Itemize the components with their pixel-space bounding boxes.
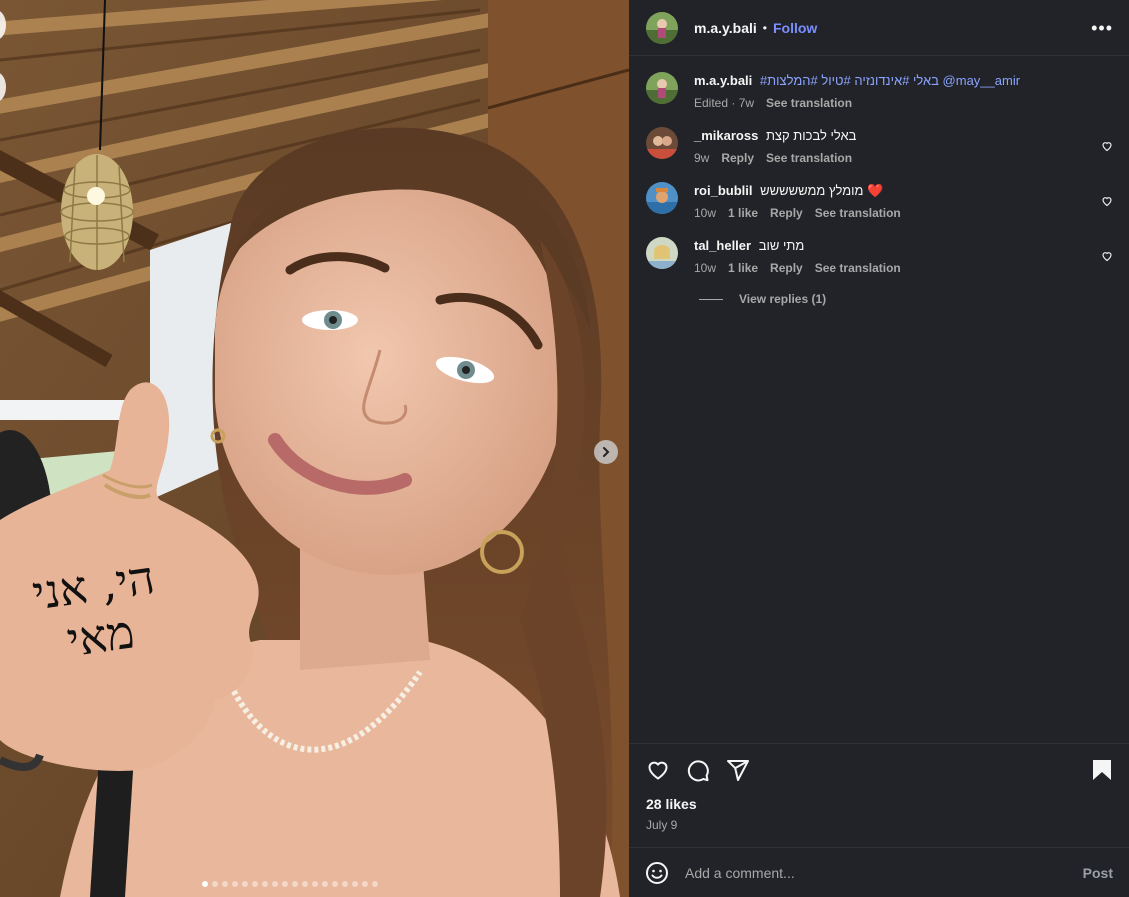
avatar[interactable]: [646, 72, 678, 104]
heart-icon[interactable]: [646, 758, 670, 782]
add-comment-input[interactable]: [683, 863, 1083, 882]
carousel-dot: [252, 881, 258, 887]
avatar-image: [646, 127, 678, 159]
next-slide-button[interactable]: [594, 440, 618, 464]
comment-time: 10w: [694, 261, 717, 275]
carousel-dot: [292, 881, 298, 887]
see-translation-button[interactable]: See translation: [815, 261, 901, 275]
carousel-dot: [282, 881, 288, 887]
instagram-post: הי, אני מאי m.a.y.bali • Follow ••• m.a.…: [0, 0, 1129, 897]
reply-button[interactable]: Reply: [770, 261, 803, 275]
separator-dot: •: [762, 20, 767, 35]
likes-count[interactable]: 28 likes: [646, 796, 1113, 812]
carousel-dot: [272, 881, 278, 887]
reply-button[interactable]: Reply: [770, 206, 803, 220]
avatar[interactable]: [646, 237, 678, 269]
comment-username[interactable]: roi_bublil: [694, 183, 753, 198]
view-replies-label: View replies (1): [739, 292, 827, 306]
carousel-dot: [202, 881, 208, 887]
carousel-dot: [232, 881, 238, 887]
see-translation-button[interactable]: See translation: [815, 206, 901, 220]
post-date: July 9: [646, 818, 678, 832]
carousel-dot: [362, 881, 368, 887]
comment-like-heart-icon[interactable]: [1101, 139, 1113, 157]
post-photo[interactable]: הי, אני מאי: [0, 0, 629, 897]
avatar-image: [646, 182, 678, 214]
comment-item: tal_heller מתי שוב 10w 1 like Reply See …: [646, 237, 1113, 275]
comment-icon[interactable]: [686, 758, 710, 782]
emoji-icon[interactable]: [645, 861, 669, 885]
divider: [699, 298, 723, 300]
carousel-dot: [212, 881, 218, 887]
follow-button[interactable]: Follow: [773, 20, 817, 36]
comment-likes[interactable]: 1 like: [728, 261, 758, 275]
comment-item: _mikaross באלי לבכות קצת 9w Reply See tr…: [646, 127, 1113, 165]
share-icon[interactable]: [726, 758, 750, 782]
carousel-dot: [222, 881, 228, 887]
post-header: m.a.y.bali • Follow •••: [629, 0, 1129, 56]
comment-item: roi_bublil מומלץ ממששששש ❤️ 10w 1 like R…: [646, 182, 1113, 220]
caption-edited: Edited · 7w: [694, 96, 755, 110]
comment-like-heart-icon[interactable]: [1101, 249, 1113, 267]
caption: m.a.y.bali #באלי #אינדונזיה #טיול #המלצו…: [646, 72, 1113, 110]
carousel-dot: [372, 881, 378, 887]
post-actions: 28 likes July 9: [629, 743, 1129, 847]
more-options-icon[interactable]: •••: [1091, 19, 1113, 37]
carousel-indicator: [0, 881, 580, 887]
view-replies-button[interactable]: View replies (1): [699, 292, 1113, 306]
comment-like-heart-icon[interactable]: [1101, 194, 1113, 212]
carousel-dot: [322, 881, 328, 887]
avatar-image: [646, 11, 678, 44]
carousel-dot: [332, 881, 338, 887]
comment-text: מתי שוב: [758, 238, 805, 253]
carousel-dot: [312, 881, 318, 887]
comment-time: 9w: [694, 151, 710, 165]
see-translation-button[interactable]: See translation: [766, 96, 852, 110]
header-username[interactable]: m.a.y.bali: [694, 20, 757, 36]
comment-time: 10w: [694, 206, 717, 220]
caption-username[interactable]: m.a.y.bali: [694, 73, 752, 88]
comment-username[interactable]: _mikaross: [694, 128, 758, 143]
carousel-dot: [342, 881, 348, 887]
comment-username[interactable]: tal_heller: [694, 238, 751, 253]
caption-text[interactable]: #באלי #אינדונזיה #טיול #המלצות @may__ami…: [760, 73, 1020, 88]
comment-text: באלי לבכות קצת: [765, 128, 857, 143]
avatar[interactable]: [646, 182, 678, 214]
add-comment-bar: Post: [629, 847, 1129, 897]
avatar-image: [646, 237, 678, 269]
see-translation-button[interactable]: See translation: [766, 151, 852, 165]
bookmark-icon[interactable]: [1091, 758, 1113, 782]
carousel-dot: [302, 881, 308, 887]
post-comment-button[interactable]: Post: [1083, 865, 1113, 881]
chevron-right-icon: [603, 447, 610, 457]
carousel-dot: [352, 881, 358, 887]
comment-likes[interactable]: 1 like: [728, 206, 758, 220]
carousel-dot: [262, 881, 268, 887]
comments-list: m.a.y.bali #באלי #אינדונזיה #טיול #המלצו…: [629, 56, 1129, 743]
selfie-photo: [0, 0, 629, 897]
avatar[interactable]: [646, 11, 678, 44]
avatar-image: [646, 72, 678, 104]
reply-button[interactable]: Reply: [721, 151, 754, 165]
comment-text: מומלץ ממששששש ❤️: [760, 183, 884, 198]
post-side-panel: m.a.y.bali • Follow ••• m.a.y.bali #באלי…: [629, 0, 1129, 897]
avatar[interactable]: [646, 127, 678, 159]
carousel-dot: [242, 881, 248, 887]
